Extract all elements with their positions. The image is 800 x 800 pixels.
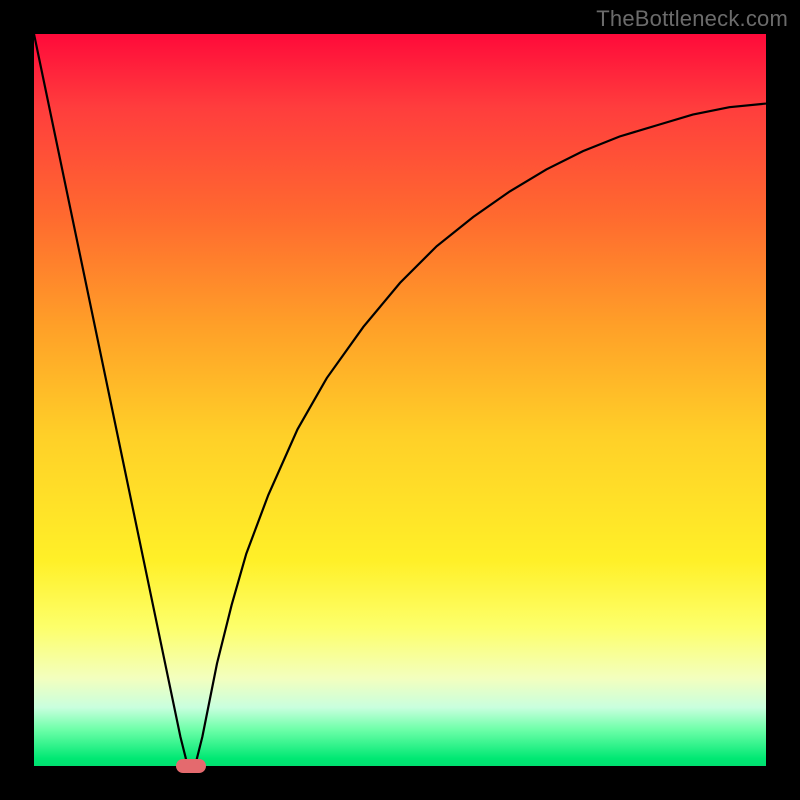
plot-area — [34, 34, 766, 766]
series-line — [34, 34, 766, 766]
curve-layer — [34, 34, 766, 766]
optimum-marker — [176, 759, 206, 773]
chart-frame: TheBottleneck.com — [0, 0, 800, 800]
watermark-text: TheBottleneck.com — [596, 6, 788, 32]
